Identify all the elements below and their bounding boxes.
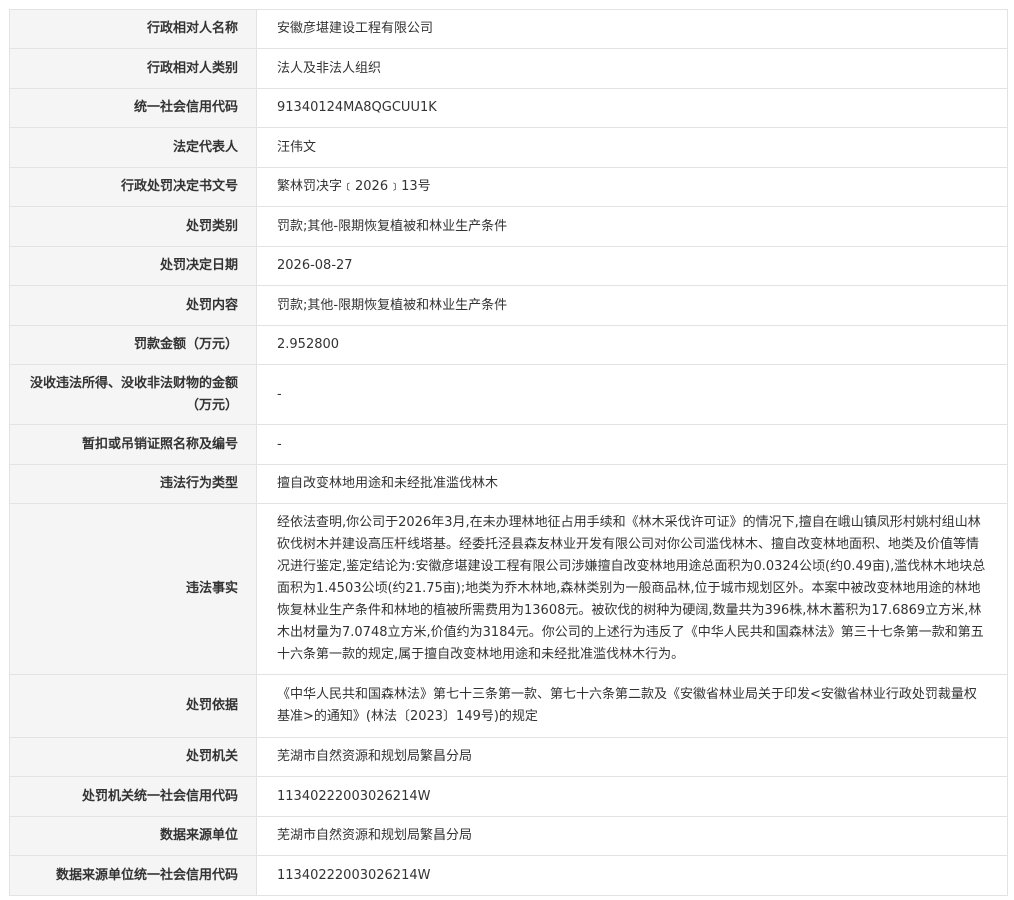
field-label: 处罚机关统一社会信用代码 — [9, 776, 257, 817]
field-label: 数据来源单位统一社会信用代码 — [9, 855, 257, 896]
field-value: 罚款;其他-限期恢复植被和林业生产条件 — [256, 206, 1008, 247]
field-label: 处罚类别 — [9, 206, 257, 247]
row-authority-credit-code: 处罚机关统一社会信用代码 11340222003026214W — [9, 776, 1008, 817]
row-penalty-category: 处罚类别 罚款;其他-限期恢复植被和林业生产条件 — [9, 206, 1008, 247]
penalty-info-panel: 行政相对人名称 安徽彦堪建设工程有限公司 行政相对人类别 法人及非法人组织 统一… — [9, 9, 1008, 896]
field-value: 11340222003026214W — [256, 855, 1008, 896]
row-violation-type: 违法行为类型 擅自改变林地用途和未经批准滥伐林木 — [9, 464, 1008, 504]
row-license-suspension: 暂扣或吊销证照名称及编号 - — [9, 424, 1008, 465]
field-label: 违法事实 — [9, 503, 257, 675]
row-penalty-content: 处罚内容 罚款;其他-限期恢复植被和林业生产条件 — [9, 285, 1008, 326]
field-value: 经依法查明,你公司于2026年3月,在未办理林地征占用手续和《林木采伐许可证》的… — [256, 503, 1008, 675]
row-legal-representative: 法定代表人 汪伟文 — [9, 127, 1008, 168]
field-value: 安徽彦堪建设工程有限公司 — [256, 9, 1008, 49]
field-value: 2026-08-27 — [256, 246, 1008, 286]
field-value: 擅自改变林地用途和未经批准滥伐林木 — [256, 464, 1008, 504]
row-data-source-credit-code: 数据来源单位统一社会信用代码 11340222003026214W — [9, 855, 1008, 896]
field-label: 行政相对人名称 — [9, 9, 257, 49]
field-value: - — [256, 364, 1008, 425]
field-value: 罚款;其他-限期恢复植被和林业生产条件 — [256, 285, 1008, 326]
field-label: 罚款金额（万元） — [9, 325, 257, 365]
field-value: - — [256, 424, 1008, 465]
field-value: 汪伟文 — [256, 127, 1008, 168]
field-value: 芜湖市自然资源和规划局繁昌分局 — [256, 816, 1008, 856]
row-party-name: 行政相对人名称 安徽彦堪建设工程有限公司 — [9, 9, 1008, 49]
row-credit-code: 统一社会信用代码 91340124MA8QGCUU1K — [9, 88, 1008, 128]
row-confiscation-amount: 没收违法所得、没收非法财物的金额（万元） - — [9, 364, 1008, 425]
field-value: 芜湖市自然资源和规划局繁昌分局 — [256, 737, 1008, 777]
field-label: 统一社会信用代码 — [9, 88, 257, 128]
field-value: 《中华人民共和国森林法》第七十三条第一款、第七十六条第二款及《安徽省林业局关于印… — [256, 674, 1008, 738]
row-fine-amount: 罚款金额（万元） 2.952800 — [9, 325, 1008, 365]
row-decision-date: 处罚决定日期 2026-08-27 — [9, 246, 1008, 286]
row-decision-number: 行政处罚决定书文号 繁林罚决字﹝2026﹞13号 — [9, 167, 1008, 207]
row-data-source: 数据来源单位 芜湖市自然资源和规划局繁昌分局 — [9, 816, 1008, 856]
field-label: 法定代表人 — [9, 127, 257, 168]
field-label: 暂扣或吊销证照名称及编号 — [9, 424, 257, 465]
field-label: 处罚内容 — [9, 285, 257, 326]
penalty-info-table: 行政相对人名称 安徽彦堪建设工程有限公司 行政相对人类别 法人及非法人组织 统一… — [9, 9, 1008, 896]
field-value: 11340222003026214W — [256, 776, 1008, 817]
row-violation-facts: 违法事实 经依法查明,你公司于2026年3月,在未办理林地征占用手续和《林木采伐… — [9, 503, 1008, 675]
row-penalty-basis: 处罚依据 《中华人民共和国森林法》第七十三条第一款、第七十六条第二款及《安徽省林… — [9, 674, 1008, 738]
field-label: 没收违法所得、没收非法财物的金额（万元） — [9, 364, 257, 425]
field-label: 处罚依据 — [9, 674, 257, 738]
field-label: 处罚决定日期 — [9, 246, 257, 286]
field-label: 违法行为类型 — [9, 464, 257, 504]
field-label: 数据来源单位 — [9, 816, 257, 856]
field-label: 处罚机关 — [9, 737, 257, 777]
field-value: 繁林罚决字﹝2026﹞13号 — [256, 167, 1008, 207]
row-penalty-authority: 处罚机关 芜湖市自然资源和规划局繁昌分局 — [9, 737, 1008, 777]
field-value: 法人及非法人组织 — [256, 48, 1008, 89]
field-label: 行政相对人类别 — [9, 48, 257, 89]
row-party-type: 行政相对人类别 法人及非法人组织 — [9, 48, 1008, 89]
field-label: 行政处罚决定书文号 — [9, 167, 257, 207]
field-value: 2.952800 — [256, 325, 1008, 365]
field-value: 91340124MA8QGCUU1K — [256, 88, 1008, 128]
